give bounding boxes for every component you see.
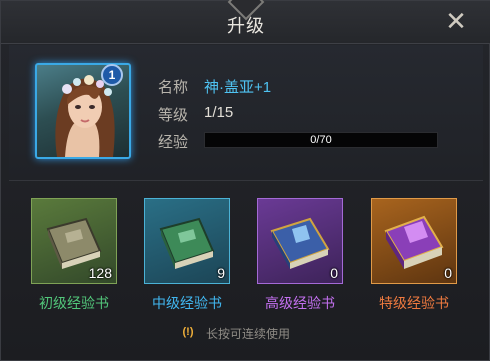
exp-progress-bar: 0/70 [204, 132, 438, 148]
upgrade-dialog: 升级 ✕ 1 名称 神·盖亚+1 等级 1/15 经验 0/70 128 初级经… [0, 0, 490, 361]
title-bar: 升级 ✕ [1, 0, 490, 44]
book-advanced-count: 0 [330, 265, 338, 281]
name-label: 名称 [158, 79, 189, 96]
hold-hint-text: 长按可连续使用 [206, 327, 291, 341]
book-advanced-slot[interactable]: 0 [257, 198, 343, 284]
book-intermediate-label: 中级经验书 [152, 295, 222, 311]
book-basic-label: 初级经验书 [39, 295, 109, 311]
book-advanced-label: 高级经验书 [265, 295, 335, 311]
book-premium-label: 特级经验书 [379, 295, 449, 311]
book-basic-slot[interactable]: 128 [31, 198, 117, 284]
hero-name: 神·盖亚+1 [204, 79, 272, 96]
exp-label: 经验 [158, 134, 189, 151]
dialog-title: 升级 [227, 16, 265, 36]
close-icon: ✕ [445, 6, 467, 36]
book-premium-count: 0 [444, 265, 452, 281]
book-premium-slot[interactable]: 0 [371, 198, 457, 284]
book-basic-count: 128 [88, 265, 112, 281]
hero-level: 1/15 [204, 104, 234, 121]
info-icon: (!) [182, 326, 194, 338]
close-button[interactable]: ✕ [443, 8, 469, 34]
level-label: 等级 [158, 107, 189, 124]
hero-star-badge: 1 [101, 64, 123, 86]
book-intermediate-count: 9 [217, 265, 225, 281]
book-intermediate-slot[interactable]: 9 [144, 198, 230, 284]
exp-progress-text: 0/70 [310, 134, 332, 146]
